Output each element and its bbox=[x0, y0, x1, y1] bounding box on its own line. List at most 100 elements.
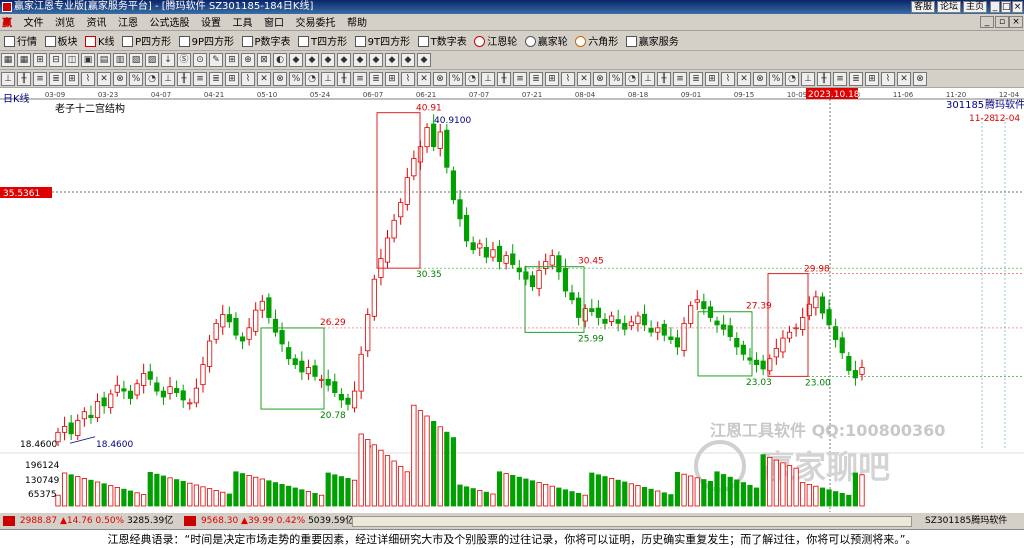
tb-quote-button[interactable]: 行情 bbox=[4, 33, 37, 51]
analysis-tool-icon[interactable]: ✕ bbox=[97, 72, 111, 86]
analysis-tool-icon[interactable]: % bbox=[609, 72, 623, 86]
analysis-tool-icon[interactable]: ⊥ bbox=[161, 72, 175, 86]
tb-t-table-button[interactable]: T数字表 bbox=[417, 33, 467, 51]
drawing-tool-icon[interactable]: Ⓢ bbox=[177, 53, 191, 67]
drawing-tool-icon[interactable]: ◆ bbox=[353, 53, 367, 67]
analysis-tool-icon[interactable]: ⊥ bbox=[801, 72, 815, 86]
drawing-tool-icon[interactable]: ▦ bbox=[17, 53, 31, 67]
analysis-tool-icon[interactable]: ╫ bbox=[657, 72, 671, 86]
menu-window[interactable]: 窗口 bbox=[260, 15, 288, 32]
analysis-tool-icon[interactable]: ≣ bbox=[49, 72, 63, 86]
analysis-tool-icon[interactable]: ⊗ bbox=[753, 72, 767, 86]
menu-file[interactable]: 文件 bbox=[20, 15, 48, 32]
tb-t-square-button[interactable]: T四方形 bbox=[298, 33, 347, 51]
analysis-tool-icon[interactable]: ╫ bbox=[177, 72, 191, 86]
drawing-tool-icon[interactable]: ◆ bbox=[289, 53, 303, 67]
drawing-tool-icon[interactable]: ▤ bbox=[97, 53, 111, 67]
analysis-tool-icon[interactable]: ◔ bbox=[785, 72, 799, 86]
forum-button[interactable]: 论坛 bbox=[937, 1, 961, 13]
analysis-tool-icon[interactable]: % bbox=[289, 72, 303, 86]
analysis-tool-icon[interactable]: ⊞ bbox=[385, 72, 399, 86]
analysis-tool-icon[interactable]: ⊗ bbox=[593, 72, 607, 86]
drawing-tool-icon[interactable]: ◫ bbox=[65, 53, 79, 67]
analysis-tool-icon[interactable]: ╫ bbox=[817, 72, 831, 86]
analysis-tool-icon[interactable]: ⊞ bbox=[65, 72, 79, 86]
drawing-tool-icon[interactable]: ⊞ bbox=[225, 53, 239, 67]
tb-hexagon-button[interactable]: 六角形 bbox=[575, 33, 618, 51]
analysis-tool-icon[interactable]: ⊗ bbox=[113, 72, 127, 86]
drawing-tool-icon[interactable]: ▦ bbox=[1, 53, 15, 67]
drawing-tool-icon[interactable]: ▨ bbox=[145, 53, 159, 67]
analysis-tool-icon[interactable]: ⊥ bbox=[641, 72, 655, 86]
tb-service-button[interactable]: 赢家服务 bbox=[625, 33, 679, 51]
app-menu-icon[interactable]: 赢 bbox=[0, 15, 16, 32]
tb-gann-wheel-button[interactable]: 江恩轮 bbox=[474, 33, 517, 51]
drawing-tool-icon[interactable]: ▥ bbox=[113, 53, 127, 67]
analysis-tool-icon[interactable]: ⌇ bbox=[401, 72, 415, 86]
tb-winner-wheel-button[interactable]: 赢家轮 bbox=[524, 33, 568, 51]
analysis-tool-icon[interactable]: ⊞ bbox=[545, 72, 559, 86]
menu-trade[interactable]: 交易委托 bbox=[292, 15, 340, 32]
menu-tools[interactable]: 工具 bbox=[229, 15, 257, 32]
home-button[interactable]: 主页 bbox=[963, 1, 987, 13]
analysis-tool-icon[interactable]: % bbox=[129, 72, 143, 86]
horizontal-scrollbar[interactable] bbox=[352, 516, 912, 527]
menu-browse[interactable]: 浏览 bbox=[51, 15, 79, 32]
drawing-tool-icon[interactable]: ◆ bbox=[417, 53, 431, 67]
analysis-tool-icon[interactable]: ⊥ bbox=[1, 72, 15, 86]
drawing-tool-icon[interactable]: ◆ bbox=[369, 53, 383, 67]
drawing-tool-icon[interactable]: ⊠ bbox=[257, 53, 271, 67]
analysis-tool-icon[interactable]: ⊗ bbox=[273, 72, 287, 86]
analysis-tool-icon[interactable]: ╫ bbox=[497, 72, 511, 86]
drawing-tool-icon[interactable]: ◆ bbox=[337, 53, 351, 67]
drawing-tool-icon[interactable]: ✎ bbox=[209, 53, 223, 67]
minimize-icon[interactable]: _ bbox=[990, 1, 1000, 13]
analysis-tool-icon[interactable]: ⌇ bbox=[81, 72, 95, 86]
drawing-tool-icon[interactable]: ▧ bbox=[129, 53, 143, 67]
drawing-tool-icon[interactable]: ◐ bbox=[273, 53, 287, 67]
analysis-tool-icon[interactable]: ⊞ bbox=[705, 72, 719, 86]
menu-gann[interactable]: 江恩 bbox=[114, 15, 142, 32]
tb-sector-button[interactable]: 板块 bbox=[44, 33, 78, 51]
analysis-tool-icon[interactable]: % bbox=[769, 72, 783, 86]
drawing-tool-icon[interactable]: ◆ bbox=[385, 53, 399, 67]
drawing-tool-icon[interactable]: ◆ bbox=[401, 53, 415, 67]
analysis-tool-icon[interactable]: ◔ bbox=[625, 72, 639, 86]
analysis-tool-icon[interactable]: ✕ bbox=[737, 72, 751, 86]
analysis-tool-icon[interactable]: ◔ bbox=[465, 72, 479, 86]
menu-formula[interactable]: 公式选股 bbox=[146, 15, 194, 32]
analysis-tool-icon[interactable]: ≡ bbox=[353, 72, 367, 86]
child-close-icon[interactable]: × bbox=[1009, 16, 1023, 28]
maximize-icon[interactable]: □ bbox=[1001, 1, 1011, 13]
analysis-tool-icon[interactable]: ⊗ bbox=[913, 72, 927, 86]
drawing-tool-icon[interactable]: ⊕ bbox=[241, 53, 255, 67]
drawing-tool-icon[interactable]: ⊟ bbox=[49, 53, 63, 67]
menu-help[interactable]: 帮助 bbox=[343, 15, 371, 32]
analysis-tool-icon[interactable]: ◔ bbox=[145, 72, 159, 86]
analysis-tool-icon[interactable]: ⊥ bbox=[481, 72, 495, 86]
analysis-tool-icon[interactable]: ≡ bbox=[673, 72, 687, 86]
analysis-tool-icon[interactable]: ╫ bbox=[337, 72, 351, 86]
analysis-tool-icon[interactable]: ⌇ bbox=[561, 72, 575, 86]
analysis-tool-icon[interactable]: ◔ bbox=[305, 72, 319, 86]
tb-p-square-button[interactable]: P四方形 bbox=[122, 33, 171, 51]
analysis-tool-icon[interactable]: ≣ bbox=[529, 72, 543, 86]
analysis-tool-icon[interactable]: ⊗ bbox=[433, 72, 447, 86]
analysis-tool-icon[interactable]: ≡ bbox=[513, 72, 527, 86]
analysis-tool-icon[interactable]: ⊥ bbox=[321, 72, 335, 86]
analysis-tool-icon[interactable]: ≣ bbox=[689, 72, 703, 86]
analysis-tool-icon[interactable]: ╫ bbox=[17, 72, 31, 86]
analysis-tool-icon[interactable]: ≡ bbox=[33, 72, 47, 86]
analysis-tool-icon[interactable]: ✕ bbox=[897, 72, 911, 86]
analysis-tool-icon[interactable]: % bbox=[449, 72, 463, 86]
analysis-tool-icon[interactable]: ✕ bbox=[417, 72, 431, 86]
analysis-tool-icon[interactable]: ≣ bbox=[849, 72, 863, 86]
analysis-tool-icon[interactable]: ≣ bbox=[369, 72, 383, 86]
kline-chart[interactable]: 江恩工具软件 QQ:100800360 赢家聊吧 日K线 老子十二宫结构 301… bbox=[0, 88, 1024, 512]
menu-news[interactable]: 资讯 bbox=[83, 15, 111, 32]
drawing-tool-icon[interactable]: ◆ bbox=[305, 53, 319, 67]
menu-settings[interactable]: 设置 bbox=[197, 15, 225, 32]
analysis-tool-icon[interactable]: ≡ bbox=[833, 72, 847, 86]
analysis-tool-icon[interactable]: ✕ bbox=[257, 72, 271, 86]
analysis-tool-icon[interactable]: ⌇ bbox=[241, 72, 255, 86]
